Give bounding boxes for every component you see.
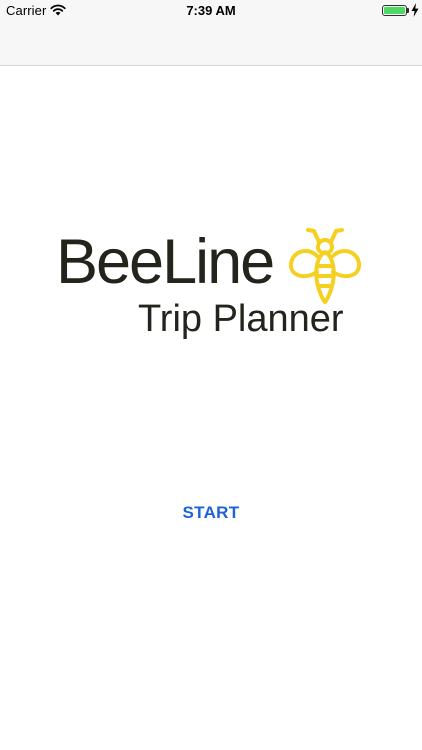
battery-level [384,7,405,14]
logo-title: BeeLine [56,227,275,297]
navigation-bar [0,22,422,66]
start-button[interactable]: START [161,498,261,528]
bolt-icon [411,3,419,17]
battery-nub [407,8,409,13]
beeline-logo: BeeLine Trip Planner [55,222,367,346]
status-bar: Carrier 7:39 AM [0,0,422,22]
bee-icon [289,228,361,304]
battery-icon [382,5,407,16]
status-time: 7:39 AM [186,3,236,18]
